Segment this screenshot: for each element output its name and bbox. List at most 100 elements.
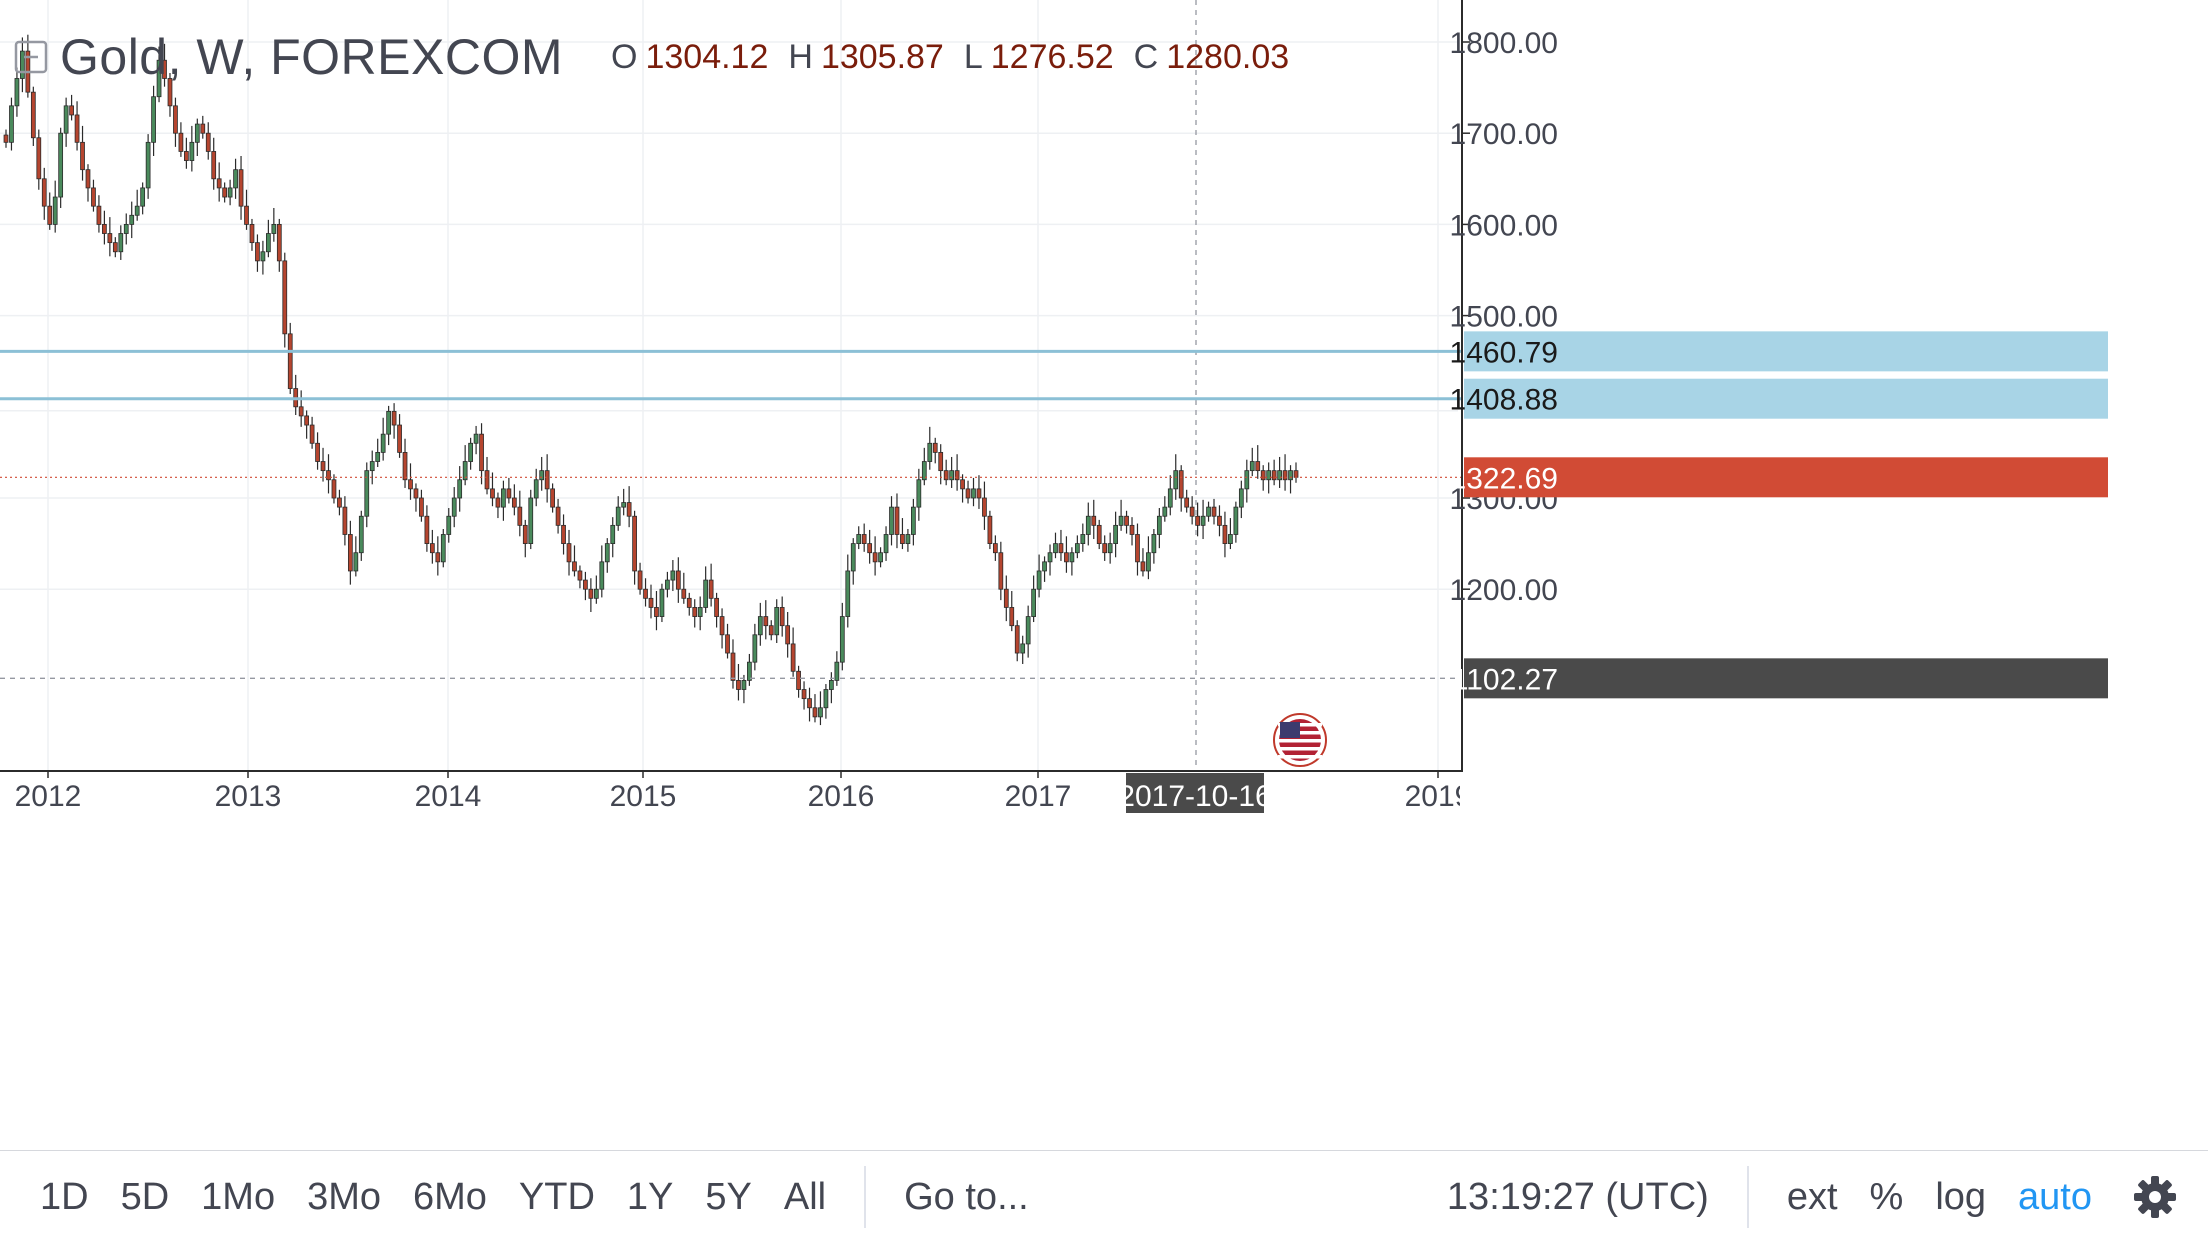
clock-display[interactable]: 13:19:27 (UTC) (1431, 1176, 1725, 1219)
candle (741, 680, 747, 690)
percent-toggle[interactable]: % (1854, 1176, 1920, 1219)
auto-toggle[interactable]: auto (2002, 1176, 2108, 1219)
candle (74, 114, 80, 143)
candle (621, 502, 627, 508)
close-value: 1280.03 (1166, 37, 1290, 76)
candle (1031, 588, 1036, 617)
candle (440, 534, 446, 563)
trading-chart-screen: 1800.00 1700.00 1600.00 1500.00 1300.00 1200.… (0, 0, 2208, 1243)
candle (1173, 470, 1179, 490)
candle (938, 451, 944, 472)
candle (517, 506, 523, 526)
range-all-button[interactable]: All (768, 1176, 842, 1219)
candle (58, 132, 64, 198)
ext-toggle[interactable]: ext (1771, 1176, 1854, 1219)
x-tick-label: 2015 (610, 780, 677, 813)
us-flag-icon[interactable] (1273, 713, 1327, 767)
y-tick-label: 1500.00 (1450, 301, 1558, 334)
candle (850, 543, 856, 572)
candle (1096, 524, 1102, 544)
range-1d-button[interactable]: 1D (24, 1176, 105, 1219)
candle (342, 506, 348, 535)
range-1y-button[interactable]: 1Y (611, 1176, 689, 1219)
log-toggle[interactable]: log (1919, 1176, 2002, 1219)
candle (451, 497, 457, 517)
candle (763, 616, 769, 627)
candle (1184, 497, 1190, 508)
candle (266, 233, 271, 253)
candle (670, 570, 676, 581)
x-tick-label: 2013 (215, 780, 282, 813)
candle (1036, 570, 1042, 590)
candle (878, 552, 883, 563)
gear-icon[interactable] (2132, 1174, 2178, 1220)
candle (304, 415, 310, 426)
range-1mo-button[interactable]: 1Mo (185, 1176, 291, 1219)
candle (1222, 524, 1228, 544)
candle (730, 652, 736, 681)
candle (1129, 524, 1135, 535)
hline-price-label-bg (1464, 378, 2108, 419)
candle (511, 497, 517, 508)
candle (85, 169, 91, 189)
candle (233, 169, 238, 189)
candle (178, 132, 184, 152)
candle (659, 588, 665, 617)
candle (697, 607, 703, 617)
candle (69, 105, 74, 116)
candle (719, 616, 725, 636)
candle (1244, 470, 1250, 490)
candle (216, 178, 222, 189)
hline-price-label-bg (1464, 331, 2108, 372)
candlestick-chart[interactable]: 1800.001700.001600.001500.001300.001200.… (0, 0, 2208, 1150)
candle (298, 406, 304, 417)
chart-area[interactable]: 1800.00 1700.00 1600.00 1500.00 1300.00 1200.… (0, 0, 2208, 1150)
candle (1260, 470, 1266, 481)
candle (949, 470, 955, 481)
candle (184, 151, 189, 161)
candle (1255, 461, 1261, 472)
candle (971, 488, 976, 499)
candle (867, 543, 873, 554)
candle (222, 187, 228, 198)
range-ytd-button[interactable]: YTD (503, 1176, 611, 1219)
candle (468, 442, 473, 462)
candle (227, 187, 233, 198)
candle (145, 141, 151, 189)
candle (1069, 552, 1075, 563)
candle (238, 169, 244, 207)
candle (550, 488, 555, 508)
candle (1206, 506, 1211, 517)
range-5d-button[interactable]: 5D (105, 1176, 186, 1219)
x-tick-label: 2017 (1005, 780, 1072, 813)
candle (823, 689, 829, 709)
candle (1118, 515, 1124, 526)
candle (189, 141, 195, 161)
candle (52, 196, 58, 225)
candle (1282, 470, 1288, 481)
candle (1025, 616, 1031, 645)
range-6mo-button[interactable]: 6Mo (397, 1176, 503, 1219)
candle (834, 661, 840, 681)
collapse-icon[interactable] (14, 40, 48, 74)
candle (200, 123, 206, 134)
candle (402, 451, 408, 481)
goto-button[interactable]: Go to... (888, 1176, 1045, 1219)
candle (140, 187, 146, 207)
candle (1151, 534, 1157, 554)
range-5y-button[interactable]: 5Y (689, 1176, 767, 1219)
candle (1238, 488, 1244, 508)
candle (965, 488, 971, 499)
range-3mo-button[interactable]: 3Mo (291, 1176, 397, 1219)
candle (555, 506, 561, 526)
candle (473, 433, 479, 444)
candle (1146, 552, 1151, 572)
candle (1162, 506, 1168, 517)
hline-price-label: 1408.88 (1450, 384, 1558, 417)
candle (1135, 534, 1140, 563)
candle (905, 534, 911, 544)
candle (533, 479, 539, 499)
crosshair-date-label: 2017-10-16 (1118, 780, 1271, 813)
symbol-title[interactable]: Gold, W, FOREXCOM (60, 28, 563, 86)
candle (91, 187, 96, 207)
